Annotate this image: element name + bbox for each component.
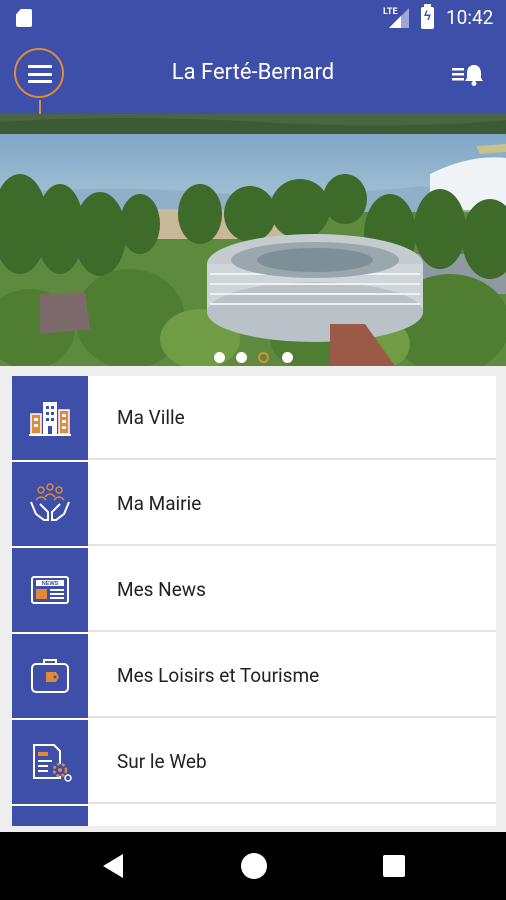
back-icon[interactable] xyxy=(103,854,123,878)
menu-item-label: Ma Ville xyxy=(117,406,185,429)
menu-item-icon-box xyxy=(12,634,88,718)
menu-item-label: Mes News xyxy=(117,578,206,601)
clock: 10:42 xyxy=(446,6,494,29)
hamburger-menu-icon xyxy=(28,65,52,83)
newspaper-icon: NEWS xyxy=(31,576,69,604)
menu-item-partial[interactable] xyxy=(12,806,496,826)
menu-item-label: Sur le Web xyxy=(117,750,207,773)
menu-item-icon-box xyxy=(12,462,88,546)
svg-text:NEWS: NEWS xyxy=(42,581,59,587)
home-icon[interactable] xyxy=(241,853,267,879)
battery-icon: ϟ xyxy=(421,4,434,29)
menu-item-mes-news[interactable]: NEWS Mes News xyxy=(12,548,496,632)
menu-item-icon-box xyxy=(12,806,88,826)
menu-item-mes-loisirs-et-tourisme[interactable]: Mes Loisirs et Tourisme xyxy=(12,634,496,718)
carousel-dot[interactable] xyxy=(214,352,225,363)
menu-button[interactable] xyxy=(14,48,64,114)
app-bar: La Ferté-Bernard xyxy=(0,36,506,114)
carousel-dot[interactable] xyxy=(282,352,293,363)
carousel-indicators xyxy=(0,349,506,365)
sd-card-icon xyxy=(16,9,32,27)
carousel-dot-active[interactable] xyxy=(258,352,269,363)
menu-item-label: Ma Mairie xyxy=(117,492,202,515)
menu-item-icon-box: NEWS xyxy=(12,548,88,632)
menu-item-icon-box xyxy=(12,376,88,460)
recent-apps-icon[interactable] xyxy=(383,855,405,877)
system-nav-bar xyxy=(0,832,506,900)
hero-image[interactable] xyxy=(0,114,506,366)
main-menu-list: Ma Ville Ma Mairie NEWS Mes News Mes Loi… xyxy=(12,376,496,826)
carousel-dot[interactable] xyxy=(236,352,247,363)
notification-list-bell-icon[interactable] xyxy=(450,62,484,88)
menu-item-ma-mairie[interactable]: Ma Mairie xyxy=(12,462,496,546)
page-title: La Ferté-Bernard xyxy=(171,60,335,85)
menu-item-sur-le-web[interactable]: Sur le Web xyxy=(12,720,496,804)
hands-people-icon xyxy=(30,483,70,521)
city-buildings-icon xyxy=(29,402,71,436)
signal-icon xyxy=(389,8,409,28)
web-settings-icon xyxy=(33,744,72,782)
suitcase-tag-icon xyxy=(31,659,69,693)
menu-pin-decoration xyxy=(39,100,41,114)
menu-item-label: Mes Loisirs et Tourisme xyxy=(117,664,320,687)
status-bar: LTE ϟ 10:42 xyxy=(0,0,506,36)
menu-item-icon-box xyxy=(12,720,88,804)
menu-item-ma-ville[interactable]: Ma Ville xyxy=(12,376,496,460)
